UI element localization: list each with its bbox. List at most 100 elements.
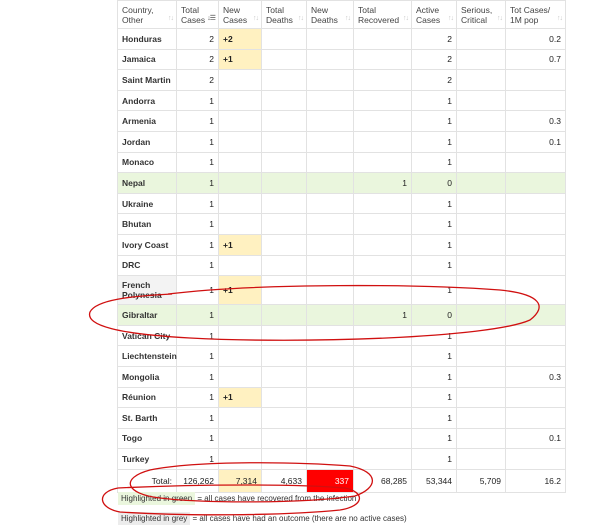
- row-total-cases: 1: [176, 213, 219, 235]
- sort-arrows-icon[interactable]: ↑↓: [253, 14, 259, 24]
- header-serious-critical[interactable]: Serious, Critical ↑↓: [456, 0, 506, 29]
- sort-arrows-icon[interactable]: ↑↓: [497, 14, 503, 24]
- row-new-deaths: [306, 324, 354, 347]
- row-total-recovered: [353, 130, 412, 153]
- row-cases-per-million: [505, 386, 566, 409]
- row-country[interactable]: Jamaica: [117, 48, 177, 71]
- row-cases-per-million: [505, 304, 566, 326]
- sort-arrows-icon[interactable]: ↓☰: [207, 14, 216, 24]
- row-country[interactable]: Andorra: [117, 89, 177, 112]
- row-total-cases: 1: [176, 386, 219, 409]
- row-total-deaths: [261, 254, 307, 277]
- row-country[interactable]: Ivory Coast: [117, 233, 177, 256]
- legend-green: Highlighted in green = all cases have re…: [118, 492, 356, 505]
- header-label: Active Cases: [416, 4, 441, 25]
- row-total-cases: 1: [176, 345, 219, 367]
- header-active-cases[interactable]: Active Cases ↑↓: [411, 0, 457, 29]
- row-cases-per-million: [505, 151, 566, 174]
- row-total-cases: 1: [176, 254, 219, 277]
- row-total-recovered: [353, 233, 412, 256]
- row-country[interactable]: Jordan: [117, 130, 177, 153]
- table-row: Ivory Coast 1 +1 1: [117, 233, 566, 256]
- legend-green-chip: Highlighted in green: [118, 492, 196, 505]
- row-new-cases: [218, 365, 262, 388]
- row-country[interactable]: Gibraltar: [117, 304, 177, 326]
- row-country[interactable]: Saint Martin: [117, 69, 177, 91]
- total-serious-critical: 5,709: [456, 468, 506, 493]
- sort-arrows-icon[interactable]: ↑↓: [298, 14, 304, 24]
- row-cases-per-million: 0.1: [505, 427, 566, 450]
- row-new-cases: [218, 427, 262, 450]
- total-total-deaths: 4,633: [261, 468, 307, 493]
- row-cases-per-million: [505, 254, 566, 277]
- row-cases-per-million: 0.2: [505, 28, 566, 50]
- row-total-deaths: [261, 365, 307, 388]
- row-country[interactable]: Réunion: [117, 386, 177, 409]
- row-country[interactable]: Honduras: [117, 28, 177, 50]
- table-row: DRC 1 1: [117, 254, 566, 277]
- row-total-cases: 1: [176, 304, 219, 326]
- row-country[interactable]: Togo: [117, 427, 177, 450]
- legend-grey-text: = all cases have had an outcome (there a…: [192, 514, 407, 523]
- row-total-deaths: [261, 386, 307, 409]
- row-country[interactable]: Liechtenstein: [117, 345, 177, 367]
- row-cases-per-million: [505, 345, 566, 367]
- country-stats-table: Country, Other ↑↓ Total Cases ↓☰ New Cases…: [117, 0, 566, 493]
- row-active-cases: 1: [411, 275, 457, 306]
- row-cases-per-million: [505, 89, 566, 112]
- row-country[interactable]: Bhutan: [117, 213, 177, 235]
- row-serious-critical: [456, 345, 506, 367]
- sort-arrows-icon[interactable]: ↑↓: [403, 14, 409, 24]
- row-country[interactable]: Nepal: [117, 172, 177, 194]
- row-cases-per-million: [505, 233, 566, 256]
- header-total-deaths[interactable]: Total Deaths ↑↓: [261, 0, 307, 29]
- header-cases-per-million[interactable]: Tot Cases/ 1M pop ↑↓: [505, 0, 566, 29]
- row-country[interactable]: St. Barth: [117, 407, 177, 429]
- row-new-deaths: [306, 192, 354, 215]
- row-new-cases: +1: [218, 386, 262, 409]
- row-country[interactable]: Ukraine: [117, 192, 177, 215]
- row-total-deaths: [261, 233, 307, 256]
- row-new-deaths: [306, 386, 354, 409]
- row-serious-critical: [456, 151, 506, 174]
- sort-arrows-icon[interactable]: ↑↓: [557, 14, 563, 24]
- row-total-deaths: [261, 192, 307, 215]
- header-new-cases[interactable]: New Cases ↑↓: [218, 0, 262, 29]
- table-row: Liechtenstein 1 1: [117, 345, 566, 367]
- header-new-deaths[interactable]: New Deaths ↑↓: [306, 0, 354, 29]
- row-active-cases: 1: [411, 213, 457, 235]
- row-country[interactable]: Armenia: [117, 110, 177, 132]
- row-country[interactable]: Vatican City: [117, 324, 177, 347]
- row-total-cases: 1: [176, 172, 219, 194]
- row-new-deaths: [306, 254, 354, 277]
- header-total-cases[interactable]: Total Cases ↓☰: [176, 0, 219, 29]
- row-cases-per-million: [505, 172, 566, 194]
- row-new-deaths: [306, 110, 354, 132]
- sort-arrows-icon[interactable]: ↑↓: [168, 14, 174, 24]
- table-row: Mongolia 1 1 0.3: [117, 365, 566, 388]
- row-new-cases: [218, 172, 262, 194]
- row-total-deaths: [261, 407, 307, 429]
- row-new-deaths: [306, 151, 354, 174]
- header-country[interactable]: Country, Other ↑↓: [117, 0, 177, 29]
- row-new-cases: [218, 151, 262, 174]
- row-total-cases: 1: [176, 233, 219, 256]
- row-country[interactable]: Monaco: [117, 151, 177, 174]
- row-total-cases: 2: [176, 28, 219, 50]
- row-country[interactable]: DRC: [117, 254, 177, 277]
- row-country[interactable]: Mongolia: [117, 365, 177, 388]
- legend-grey: Highlighted in grey = all cases have had…: [118, 512, 407, 525]
- sort-arrows-icon[interactable]: ↑↓: [345, 14, 351, 24]
- header-label: Total Deaths: [266, 4, 293, 25]
- sort-arrows-icon[interactable]: ↑↓: [448, 14, 454, 24]
- header-total-recovered[interactable]: Total Recovered ↑↓: [353, 0, 412, 29]
- row-active-cases: 1: [411, 233, 457, 256]
- row-cases-per-million: [505, 448, 566, 470]
- table-body: Honduras 2 +2 2 0.2 Jamaica 2 +1 2 0.7 Saint Marti…: [117, 28, 566, 470]
- header-label: Tot Cases/ 1M pop: [510, 4, 551, 25]
- row-country[interactable]: Turkey: [117, 448, 177, 470]
- row-total-deaths: [261, 172, 307, 194]
- row-new-cases: [218, 89, 262, 112]
- row-country[interactable]: French Polynesia: [117, 275, 177, 306]
- table-row: Honduras 2 +2 2 0.2: [117, 28, 566, 50]
